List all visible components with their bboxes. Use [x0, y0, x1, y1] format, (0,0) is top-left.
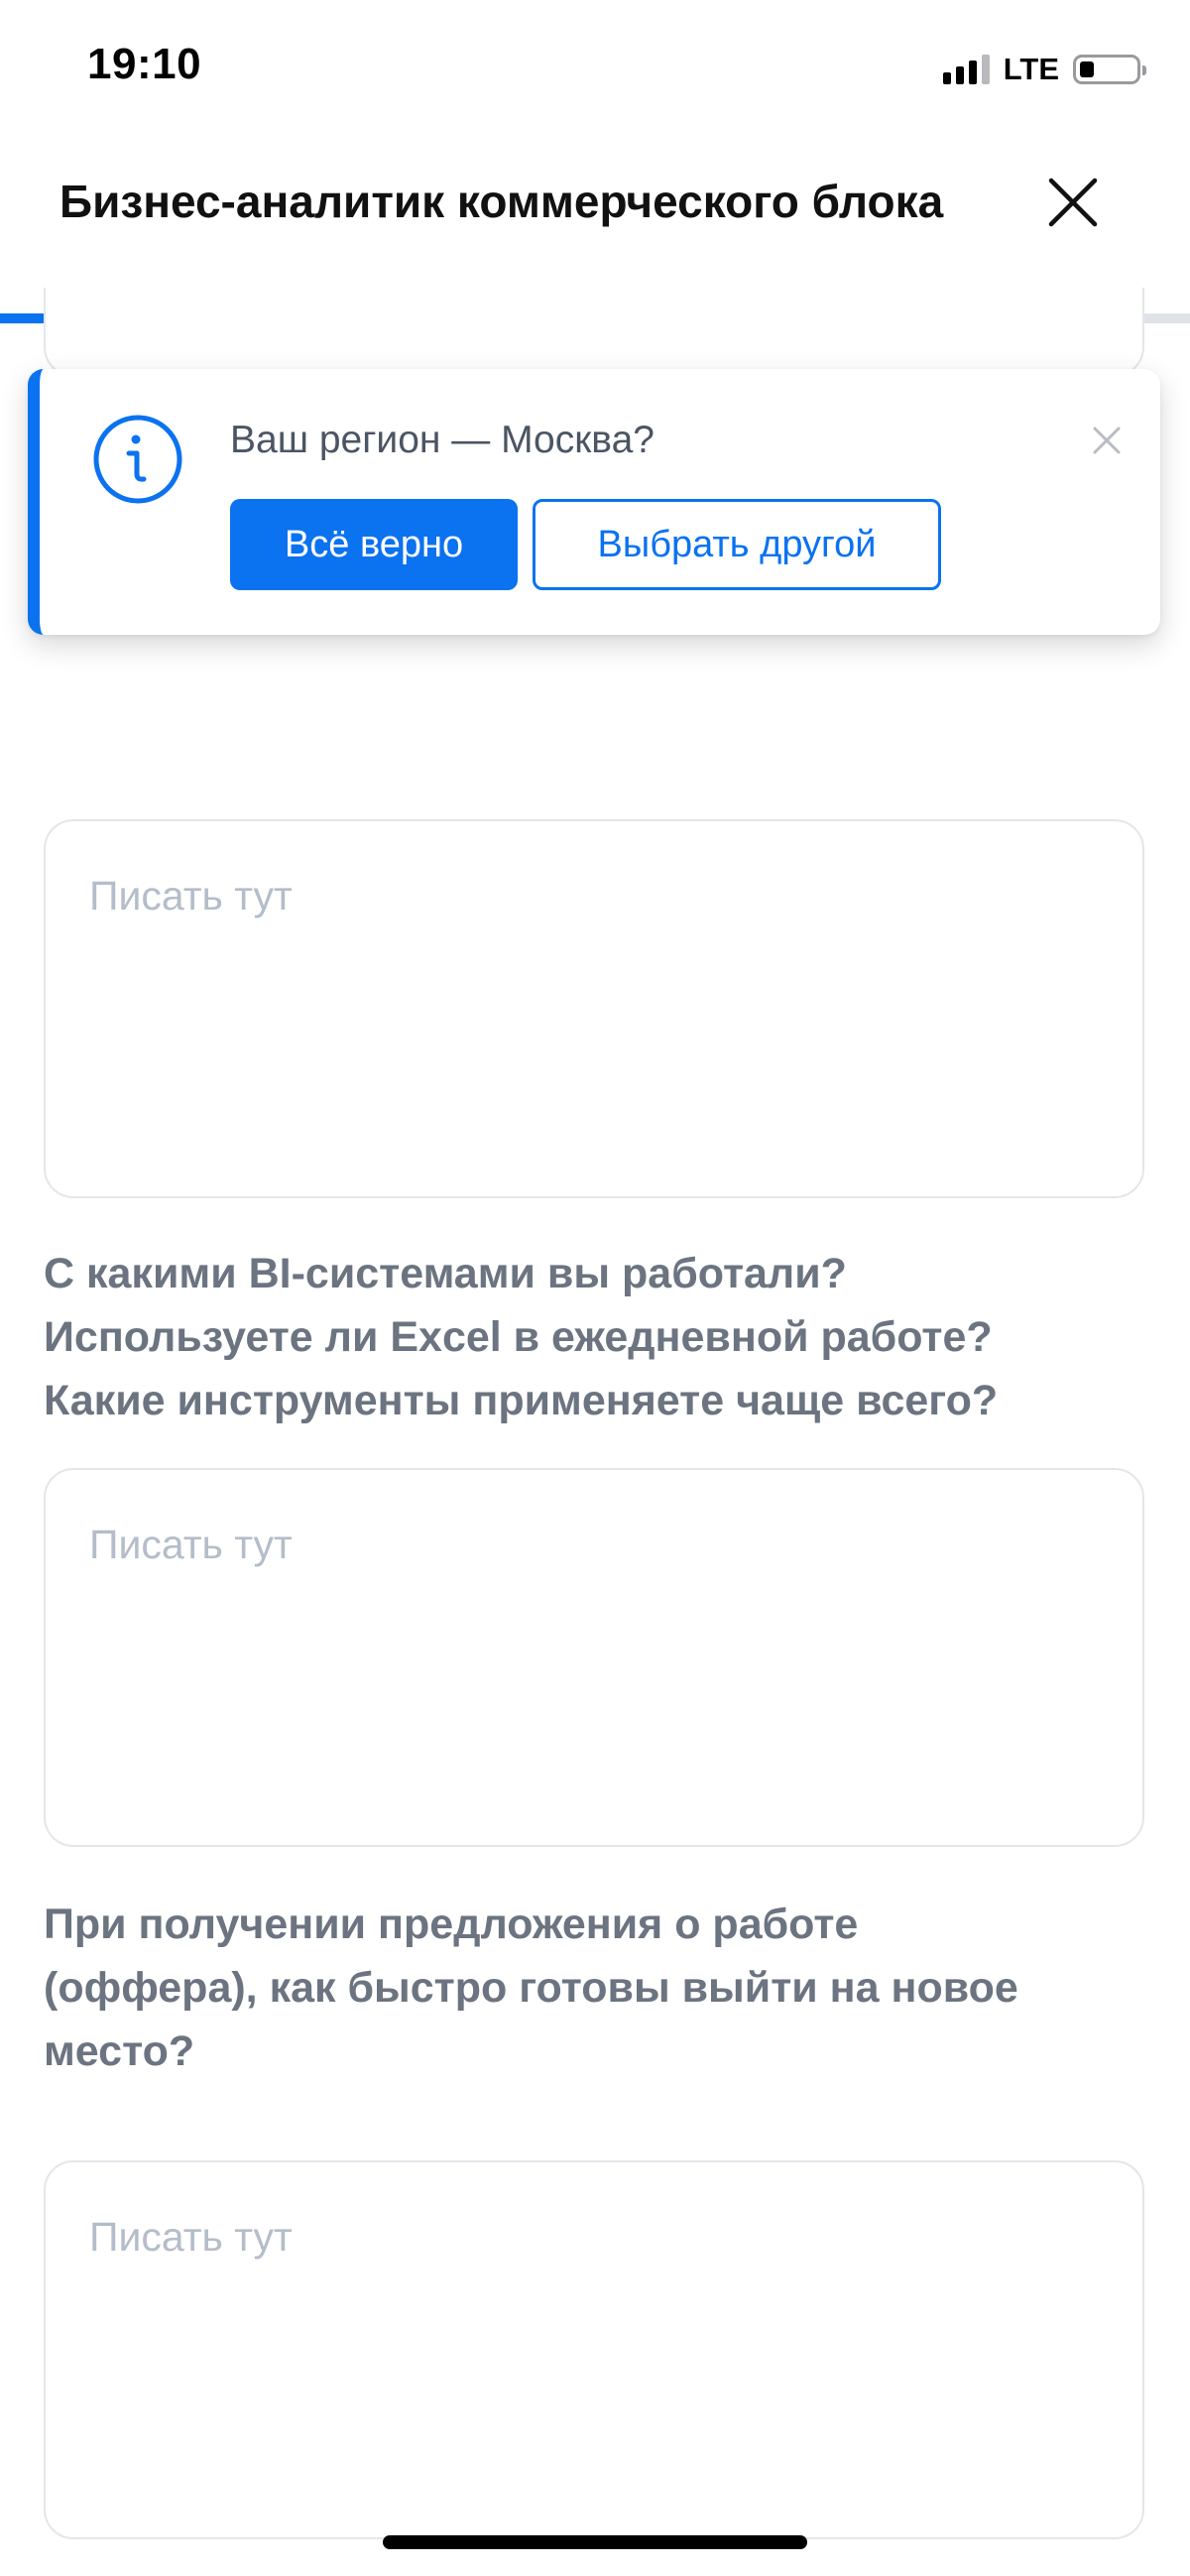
question-line: При получении предложения о работе — [44, 1901, 859, 1948]
question-line: С какими BI-системами вы работали? — [44, 1250, 847, 1297]
signal-icon — [942, 55, 990, 84]
network-type: LTE — [1003, 52, 1059, 86]
battery-level — [1080, 61, 1094, 77]
battery-icon — [1073, 55, 1146, 84]
question-text: С какими BI-системами вы работали? Испол… — [44, 1242, 1154, 1432]
region-prompt: Ваш регион — Москва? Всё верно Выбрать д… — [28, 369, 1160, 635]
info-icon — [91, 413, 184, 506]
answer-placeholder: Писать тут — [89, 2214, 293, 2260]
confirm-region-button[interactable]: Всё верно — [230, 499, 518, 590]
question-line: (оффера), как быстро готовы выйти на нов… — [44, 1964, 1018, 2012]
answer-field[interactable]: Писать тут — [44, 2160, 1144, 2539]
answer-placeholder: Писать тут — [89, 873, 293, 919]
close-icon[interactable] — [1089, 423, 1125, 458]
page-title: Бизнес-аналитик коммерческого блока — [60, 176, 944, 227]
question-text: При получении предложения о работе (оффе… — [44, 1893, 1154, 2083]
status-time: 19:10 — [87, 40, 202, 88]
home-indicator[interactable] — [383, 2535, 807, 2549]
answer-placeholder: Писать тут — [89, 1522, 293, 1567]
status-indicators: LTE — [942, 52, 1146, 87]
question-line: Какие инструменты применяете чаще всего? — [44, 1377, 999, 1424]
question-line: место? — [44, 2027, 195, 2075]
choose-other-region-button[interactable]: Выбрать другой — [533, 499, 941, 590]
region-question: Ваш регион — Москва? — [230, 419, 654, 461]
previous-answer-field[interactable] — [44, 288, 1144, 377]
question-line: Используете ли Excel в ежедневной работе… — [44, 1313, 993, 1361]
answer-field[interactable]: Писать тут — [44, 819, 1144, 1198]
answer-field[interactable]: Писать тут — [44, 1468, 1144, 1847]
close-icon[interactable] — [1045, 175, 1101, 230]
